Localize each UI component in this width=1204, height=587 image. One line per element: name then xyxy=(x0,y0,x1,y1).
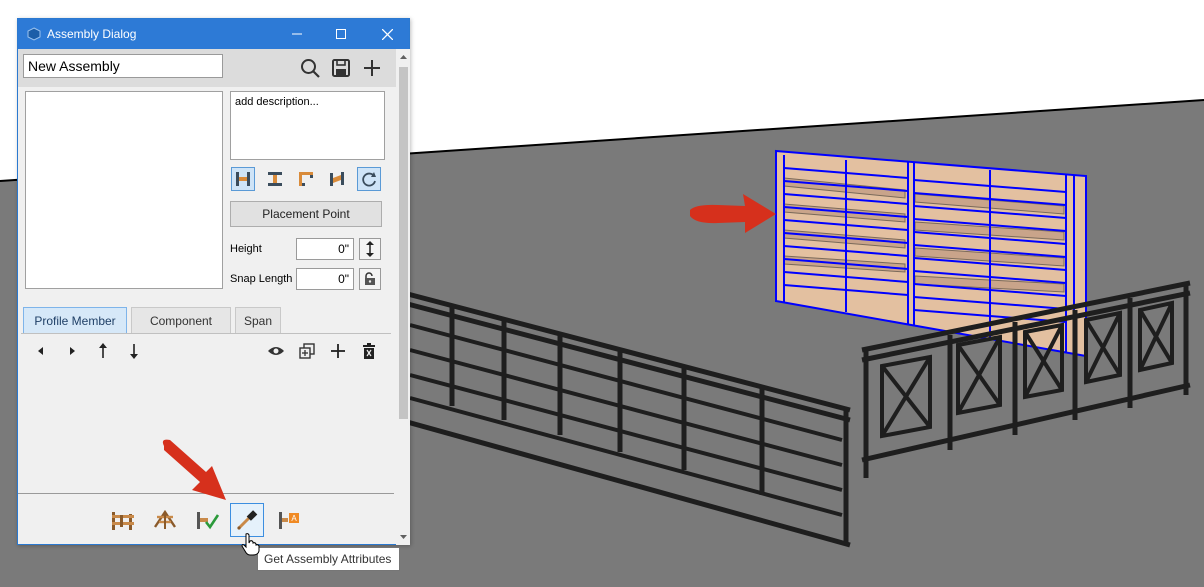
align-left-right-button[interactable] xyxy=(231,167,255,191)
add-member-button[interactable] xyxy=(328,341,348,361)
corner-align-button[interactable] xyxy=(294,167,318,191)
delete-member-button[interactable] xyxy=(359,341,379,361)
minimize-icon xyxy=(292,33,302,35)
scroll-up-icon[interactable] xyxy=(399,53,408,62)
description-field[interactable]: add description... xyxy=(230,91,385,160)
close-icon xyxy=(381,28,393,40)
height-label: Height xyxy=(230,243,262,255)
app-logo-icon xyxy=(27,27,41,41)
snap-length-input[interactable] xyxy=(296,268,354,290)
save-icon[interactable] xyxy=(330,57,352,79)
hand-cursor-icon xyxy=(241,533,260,556)
skew-align-button[interactable] xyxy=(325,167,349,191)
align-top-bottom-icon xyxy=(268,172,282,186)
fan-assembly-button[interactable] xyxy=(148,503,182,537)
arrow-up-icon xyxy=(99,343,107,358)
move-up-button[interactable] xyxy=(93,341,113,361)
refresh-button[interactable] xyxy=(357,167,381,191)
create-assembly-button[interactable] xyxy=(106,503,140,537)
title-bar[interactable]: Assembly Dialog xyxy=(18,19,409,49)
triangle-right-icon xyxy=(70,347,75,355)
visibility-button[interactable] xyxy=(266,341,286,361)
maximize-icon xyxy=(336,29,346,39)
assembly-fence-icon xyxy=(112,512,134,530)
assembly-name-input[interactable] xyxy=(23,54,223,78)
vertical-arrows-icon xyxy=(366,241,374,257)
align-left-right-icon xyxy=(236,172,250,186)
assembly-check-icon xyxy=(197,512,220,530)
maximize-button[interactable] xyxy=(318,19,364,49)
scroll-down-icon[interactable] xyxy=(399,532,408,541)
window-title: Assembly Dialog xyxy=(47,27,137,41)
svg-text:A: A xyxy=(291,514,297,523)
snap-lock-button[interactable] xyxy=(359,268,381,290)
unlock-icon xyxy=(365,272,375,285)
eyedropper-icon xyxy=(237,510,258,530)
tab-component[interactable]: Component xyxy=(131,307,231,333)
eye-icon xyxy=(268,347,284,355)
duplicate-member-button[interactable] xyxy=(297,341,317,361)
assembly-attributes-button[interactable]: A xyxy=(272,503,306,537)
search-icon[interactable] xyxy=(299,57,321,79)
height-flip-button[interactable] xyxy=(359,238,381,260)
next-member-button[interactable] xyxy=(62,341,82,361)
scrollbar-thumb[interactable] xyxy=(399,67,408,419)
skew-align-icon xyxy=(330,172,344,186)
assembly-list[interactable] xyxy=(25,91,223,289)
tooltip: Get Assembly Attributes xyxy=(257,547,400,571)
delete-icon xyxy=(363,343,375,359)
refresh-icon xyxy=(362,172,376,187)
previous-member-button[interactable] xyxy=(31,341,51,361)
move-down-button[interactable] xyxy=(124,341,144,361)
height-input[interactable] xyxy=(296,238,354,260)
close-button[interactable] xyxy=(364,19,410,49)
triangle-left-icon xyxy=(38,347,43,355)
validate-assembly-button[interactable] xyxy=(190,503,224,537)
assembly-attribute-icon: A xyxy=(279,512,299,529)
tab-span[interactable]: Span xyxy=(235,307,281,333)
placement-point-button[interactable]: Placement Point xyxy=(230,201,382,227)
snap-length-label: Snap Length xyxy=(230,273,293,285)
duplicate-icon xyxy=(299,343,315,359)
assembly-fan-icon xyxy=(154,509,176,529)
header-toolbar xyxy=(18,49,396,87)
corner-align-icon xyxy=(299,172,313,186)
tab-strip: Profile Member Component Span xyxy=(21,303,391,334)
vertical-scrollbar[interactable] xyxy=(396,49,410,545)
tab-profile-member[interactable]: Profile Member xyxy=(23,307,127,333)
minimize-button[interactable] xyxy=(274,19,320,49)
align-top-bottom-button[interactable] xyxy=(263,167,287,191)
plus-icon xyxy=(331,344,345,358)
add-icon[interactable] xyxy=(361,57,383,79)
annotation-arrow-button xyxy=(162,439,226,500)
arrow-down-icon xyxy=(130,344,138,359)
